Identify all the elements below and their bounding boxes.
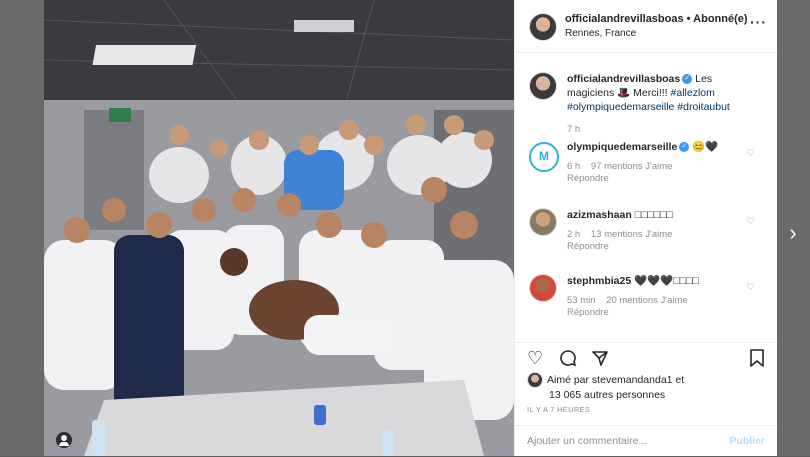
next-post-chevron-icon[interactable]: › <box>786 222 800 244</box>
comment-time[interactable]: 6 h <box>567 161 580 172</box>
more-horizontal-icon[interactable]: ··· <box>750 14 767 30</box>
commenter-avatar[interactable] <box>529 208 557 236</box>
post-location[interactable]: Rennes, France <box>565 28 636 39</box>
comment-username[interactable]: azizmashaan <box>567 209 632 221</box>
comment-like-heart-icon[interactable]: ♡ <box>746 216 755 227</box>
reply-button[interactable]: Répondre <box>567 307 742 319</box>
bookmark-icon[interactable] <box>749 349 765 370</box>
publish-button[interactable]: Publier <box>729 435 765 447</box>
comment-username[interactable]: stephmbia25 <box>567 275 631 287</box>
reply-button[interactable]: Répondre <box>567 241 742 253</box>
author-line: officialandrevillasboas • Abonné(e) <box>565 13 748 25</box>
commenter-avatar[interactable] <box>529 142 559 172</box>
comment-time[interactable]: 2 h <box>567 229 580 240</box>
comment-username[interactable]: olympiquedemarseille <box>567 141 677 153</box>
post-side-panel: officialandrevillasboas • Abonné(e) Renn… <box>514 0 777 456</box>
verified-badge-icon: ✓ <box>679 142 690 153</box>
liker-avatar <box>527 372 543 388</box>
caption-time[interactable]: 7 h <box>567 124 580 135</box>
caption-username[interactable]: officialandrevillasboas <box>567 73 680 85</box>
comment-text: □□□□□□ <box>634 209 673 221</box>
post-timestamp[interactable]: IL Y A 7 HEURES <box>527 405 590 414</box>
add-comment-bar: Ajouter un commentaire... Publier <box>515 425 777 457</box>
author-username[interactable]: officialandrevillasboas <box>565 13 684 25</box>
share-icon[interactable] <box>591 349 609 370</box>
post-header: officialandrevillasboas • Abonné(e) Renn… <box>515 0 777 53</box>
post-photo[interactable] <box>44 0 514 456</box>
caption-avatar[interactable] <box>529 72 557 100</box>
user-tag-icon[interactable] <box>56 432 72 448</box>
likes-line2: 13 065 autres personnes <box>549 389 666 401</box>
comment-input[interactable]: Ajouter un commentaire... <box>527 435 647 447</box>
reply-button[interactable]: Répondre <box>567 173 742 185</box>
comment-text: 🖤🖤🖤□□□□ <box>634 275 699 287</box>
comment-like-heart-icon[interactable]: ♡ <box>746 148 755 159</box>
follow-status[interactable]: Abonné(e) <box>693 13 747 25</box>
comment-likes[interactable]: 13 mentions J'aime <box>591 229 673 240</box>
comment-likes[interactable]: 97 mentions J'aime <box>591 161 673 172</box>
post-actions: ♡ <box>515 342 777 371</box>
comment-likes[interactable]: 20 mentions J'aime <box>606 295 688 306</box>
likes-summary[interactable]: Aimé par stevemandanda1 et 13 065 autres… <box>527 372 767 402</box>
likes-line1: Aimé par stevemandanda1 et <box>547 373 685 386</box>
heart-icon[interactable]: ♡ <box>527 349 543 367</box>
author-avatar[interactable] <box>529 13 557 41</box>
comment-like-heart-icon[interactable]: ♡ <box>746 282 755 293</box>
verified-badge-icon: ✓ <box>682 74 693 85</box>
comment-icon[interactable] <box>559 349 577 370</box>
comments-section: officialandrevillasboas ✓ Les magiciens 🎩… <box>515 52 777 342</box>
commenter-avatar[interactable] <box>529 274 557 302</box>
team-celebration-photo <box>44 0 514 456</box>
comment-time[interactable]: 53 min <box>567 295 596 306</box>
comment-text: 😊🖤 <box>692 141 719 153</box>
